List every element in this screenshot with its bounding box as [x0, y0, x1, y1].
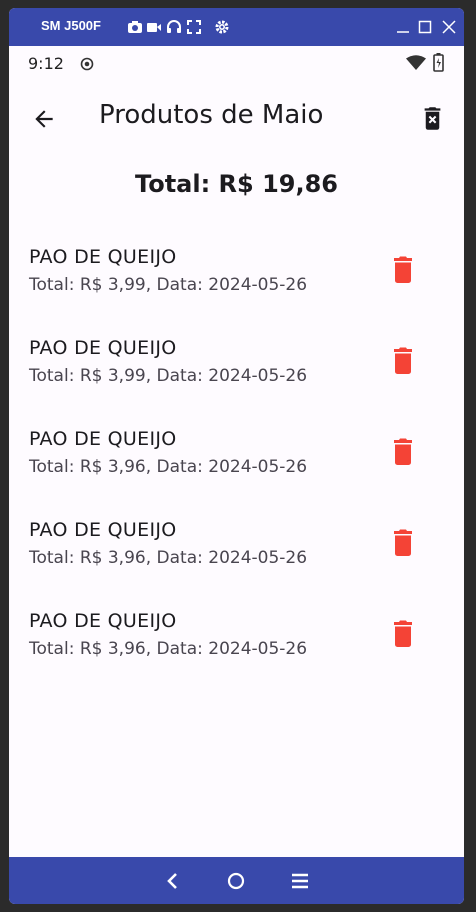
delete-icon[interactable] — [391, 529, 415, 557]
camera-icon[interactable] — [127, 19, 143, 35]
delete-icon[interactable] — [391, 256, 415, 284]
page-title: Produtos de Maio — [99, 100, 324, 130]
status-time: 9:12 — [28, 54, 64, 73]
item-details: Total: R$ 3,99, Data: 2024-05-26 — [29, 366, 308, 386]
home-nav-icon[interactable] — [225, 870, 247, 892]
emulator-window: SM J500F 9:12 Produtos de Maio Total: R$… — [9, 8, 464, 904]
item-name: PAO DE QUEIJO — [29, 428, 177, 450]
item-details: Total: R$ 3,96, Data: 2024-05-26 — [29, 639, 308, 659]
list-item: PAO DE QUEIJO Total: R$ 3,96, Data: 2024… — [9, 511, 464, 602]
item-details: Total: R$ 3,96, Data: 2024-05-26 — [29, 548, 308, 568]
wifi-icon — [406, 55, 426, 70]
minimize-icon[interactable] — [395, 19, 411, 35]
item-name: PAO DE QUEIJO — [29, 246, 177, 268]
headphones-icon[interactable] — [166, 19, 182, 35]
arrow-back-icon[interactable] — [31, 106, 57, 132]
list-item: PAO DE QUEIJO Total: R$ 3,96, Data: 2024… — [9, 602, 464, 693]
list-item: PAO DE QUEIJO Total: R$ 3,99, Data: 2024… — [9, 329, 464, 420]
fullscreen-icon[interactable] — [186, 19, 202, 35]
status-bar: 9:12 — [9, 46, 464, 80]
list-item: PAO DE QUEIJO Total: R$ 3,99, Data: 2024… — [9, 238, 464, 329]
delete-icon[interactable] — [391, 438, 415, 466]
back-nav-icon[interactable] — [162, 870, 184, 892]
video-icon[interactable] — [146, 19, 162, 35]
item-details: Total: R$ 3,99, Data: 2024-05-26 — [29, 275, 308, 295]
item-name: PAO DE QUEIJO — [29, 337, 177, 359]
delete-forever-icon[interactable] — [419, 105, 446, 132]
list-item: PAO DE QUEIJO Total: R$ 3,96, Data: 2024… — [9, 420, 464, 511]
product-list: PAO DE QUEIJO Total: R$ 3,99, Data: 2024… — [9, 238, 464, 693]
device-name: SM J500F — [41, 18, 101, 33]
delete-icon[interactable] — [391, 347, 415, 375]
close-icon[interactable] — [441, 19, 457, 35]
item-name: PAO DE QUEIJO — [29, 519, 177, 541]
total-label: Total: R$ 19,86 — [135, 170, 338, 198]
maximize-icon[interactable] — [417, 19, 433, 35]
item-name: PAO DE QUEIJO — [29, 610, 177, 632]
emulator-title-bar: SM J500F — [9, 8, 464, 46]
delete-icon[interactable] — [391, 620, 415, 648]
menu-nav-icon[interactable] — [289, 870, 311, 892]
battery-icon — [433, 53, 444, 72]
settings-icon[interactable] — [214, 19, 230, 35]
navigation-bar — [9, 857, 464, 904]
app-bar: Produtos de Maio — [9, 80, 464, 164]
item-details: Total: R$ 3,96, Data: 2024-05-26 — [29, 457, 308, 477]
record-icon — [80, 57, 94, 71]
